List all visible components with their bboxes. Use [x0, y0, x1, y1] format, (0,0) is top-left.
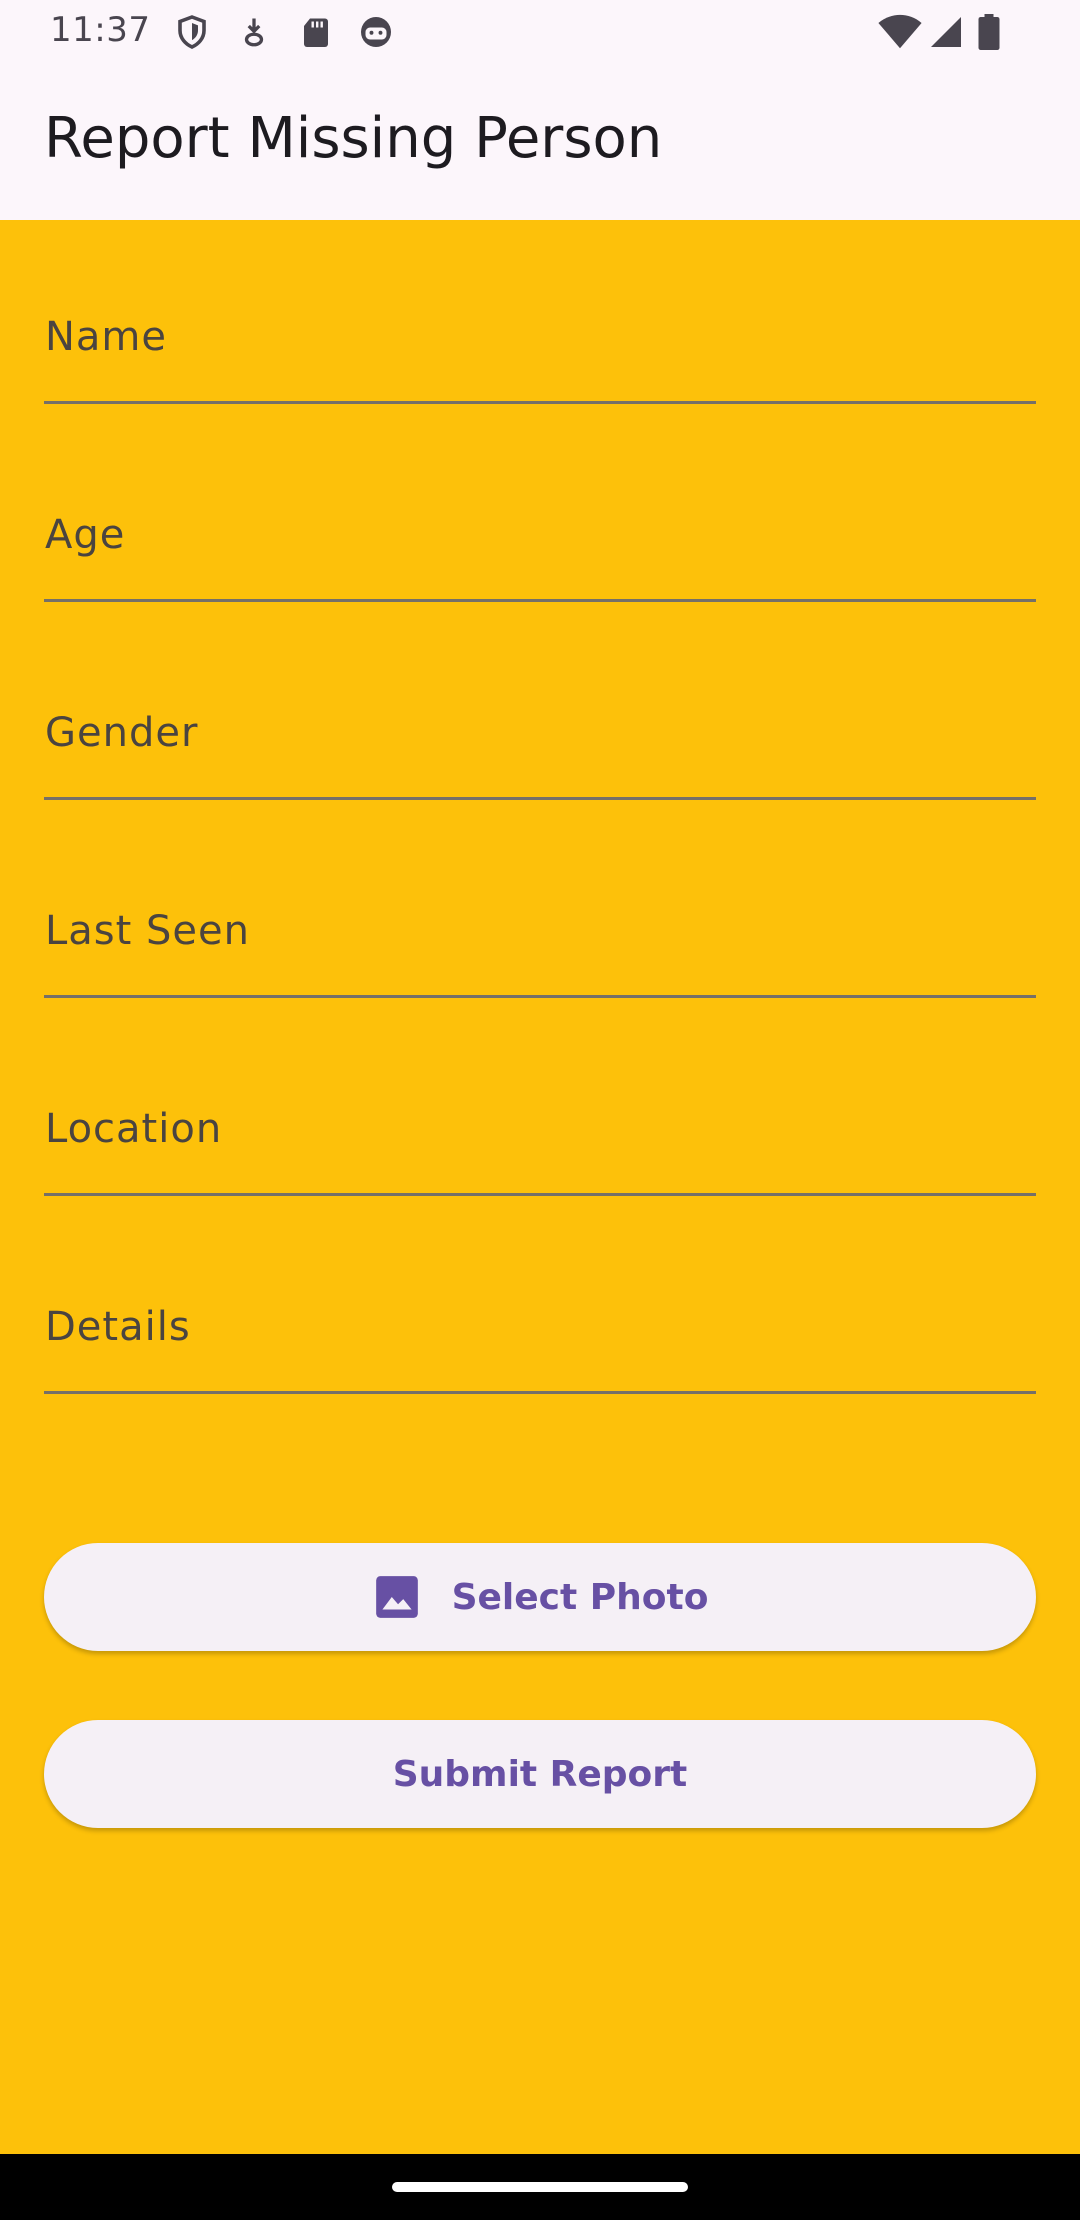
last-seen-field[interactable]: Last Seen: [44, 878, 1036, 998]
status-bar: 11:37: [0, 0, 1080, 66]
age-field-label: Age: [45, 512, 126, 558]
report-form: Name Age Gender Last Seen Location Detai…: [0, 220, 1080, 2154]
name-field-label: Name: [45, 314, 168, 360]
gender-field-underline: [44, 797, 1036, 800]
age-field[interactable]: Age: [44, 482, 1036, 602]
app-bar: Report Missing Person: [0, 66, 1080, 220]
last-seen-field-underline: [44, 995, 1036, 998]
select-photo-label: Select Photo: [451, 1576, 709, 1618]
submit-report-label: Submit Report: [392, 1753, 688, 1795]
home-gesture-handle[interactable]: [392, 2182, 688, 2192]
age-field-underline: [44, 599, 1036, 602]
location-field-label: Location: [45, 1106, 223, 1152]
face-icon: [361, 17, 391, 47]
sd-card-icon: [304, 18, 328, 47]
submit-report-button[interactable]: Submit Report: [44, 1720, 1036, 1828]
location-field-underline: [44, 1193, 1036, 1196]
gender-field[interactable]: Gender: [44, 680, 1036, 800]
name-field-underline: [44, 401, 1036, 404]
select-photo-button[interactable]: Select Photo: [44, 1543, 1036, 1651]
battery-icon: [978, 14, 1000, 50]
shield-icon: [178, 15, 206, 49]
status-time: 11:37: [50, 10, 151, 50]
last-seen-field-label: Last Seen: [45, 908, 250, 954]
cell-signal-icon: [931, 17, 961, 47]
download-badge-icon: [244, 18, 264, 47]
details-field-label: Details: [45, 1304, 191, 1350]
details-field-underline: [44, 1391, 1036, 1394]
image-icon: [375, 1576, 418, 1618]
page-title: Report Missing Person: [44, 106, 663, 171]
wifi-icon: [878, 14, 922, 49]
navigation-bar: [0, 2154, 1080, 2220]
details-field[interactable]: Details: [44, 1274, 1036, 1394]
gender-field-label: Gender: [45, 710, 199, 756]
location-field[interactable]: Location: [44, 1076, 1036, 1196]
name-field[interactable]: Name: [44, 284, 1036, 404]
